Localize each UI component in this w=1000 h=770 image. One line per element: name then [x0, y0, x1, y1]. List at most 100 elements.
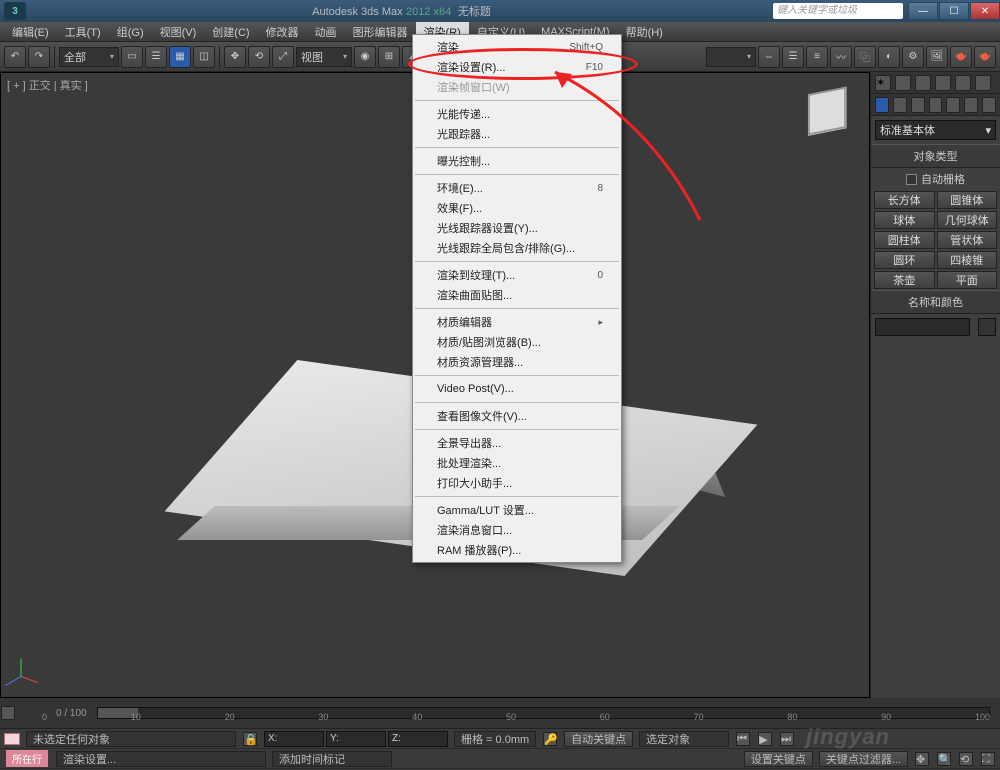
create-tab-icon[interactable]: ✶: [875, 75, 891, 91]
scale-button[interactable]: ⤢: [272, 46, 294, 68]
help-search-input[interactable]: 键入关键字或垃圾: [773, 3, 903, 19]
object-type-rollout[interactable]: 对象类型: [871, 144, 1000, 168]
render-frame-button[interactable]: 🖼: [926, 46, 948, 68]
render-setup-button[interactable]: ⚙: [902, 46, 924, 68]
viewcube[interactable]: [797, 81, 857, 141]
menu-item[interactable]: 光跟踪器...: [413, 124, 621, 144]
timeline-config-icon[interactable]: [1, 706, 15, 720]
macro-recorder-tag[interactable]: 所在行: [6, 750, 48, 767]
material-editor-button[interactable]: ◐: [878, 46, 900, 68]
align-button[interactable]: ☰: [782, 46, 804, 68]
shapes-cat-icon[interactable]: [893, 97, 907, 113]
play-icon[interactable]: ▶: [758, 732, 772, 746]
menu-item[interactable]: 光线跟踪全局包含/排除(G)...: [413, 238, 621, 258]
menu-item[interactable]: 环境(E)...8: [413, 178, 621, 198]
menu-item[interactable]: RAM 播放器(P)...: [413, 540, 621, 560]
menu-工具t[interactable]: 工具(T): [57, 22, 109, 42]
menu-item[interactable]: 光能传递...: [413, 104, 621, 124]
primitive-button[interactable]: 长方体: [874, 191, 935, 209]
object-name-input[interactable]: [875, 318, 970, 336]
helpers-cat-icon[interactable]: [946, 97, 960, 113]
key-mode-icon[interactable]: 🔑: [543, 732, 557, 746]
schematic-button[interactable]: ⿻: [854, 46, 876, 68]
render-prod-button[interactable]: 🫖: [974, 46, 996, 68]
menu-item[interactable]: 全景导出器...: [413, 433, 621, 453]
viewport-label[interactable]: [ + ] 正交 | 真实 ]: [7, 77, 88, 93]
selection-filter-combo[interactable]: 全部: [59, 47, 119, 67]
cameras-cat-icon[interactable]: [929, 97, 943, 113]
menu-组g[interactable]: 组(G): [109, 22, 152, 42]
window-crossing-button[interactable]: ◫: [193, 46, 215, 68]
autokey-button[interactable]: 自动关键点: [564, 731, 633, 747]
pivot-button[interactable]: ◉: [354, 46, 376, 68]
primitive-button[interactable]: 几何球体: [937, 211, 998, 229]
modify-tab-icon[interactable]: [895, 75, 911, 91]
y-coord-input[interactable]: Y:: [326, 731, 386, 747]
object-color-swatch[interactable]: [978, 318, 996, 336]
systems-cat-icon[interactable]: [982, 97, 996, 113]
menu-item[interactable]: 批处理渲染...: [413, 453, 621, 473]
play-next-icon[interactable]: ⏭: [780, 732, 794, 746]
close-button[interactable]: ✕: [970, 2, 1000, 20]
menu-item[interactable]: Gamma/LUT 设置...: [413, 500, 621, 520]
menu-item[interactable]: Video Post(V)...: [413, 379, 621, 399]
menu-item[interactable]: 曝光控制...: [413, 151, 621, 171]
select-name-button[interactable]: ☰: [145, 46, 167, 68]
menu-创建c[interactable]: 创建(C): [204, 22, 257, 42]
ref-coord-combo[interactable]: 视图: [296, 47, 352, 67]
nav-pan-icon[interactable]: ✥: [915, 752, 929, 766]
named-sel-combo[interactable]: [706, 47, 756, 67]
menu-item[interactable]: 材质资源管理器...: [413, 352, 621, 372]
primitive-button[interactable]: 圆柱体: [874, 231, 935, 249]
minimize-button[interactable]: —: [908, 2, 938, 20]
snap-button[interactable]: ⊞: [378, 46, 400, 68]
key-filters-button[interactable]: 关键点过滤器...: [819, 751, 908, 767]
hierarchy-tab-icon[interactable]: [915, 75, 931, 91]
app-logo-icon[interactable]: 3: [4, 2, 26, 20]
spacewarps-cat-icon[interactable]: [964, 97, 978, 113]
redo-button[interactable]: ↷: [28, 46, 50, 68]
play-prev-icon[interactable]: ⏮: [736, 732, 750, 746]
menu-item[interactable]: 效果(F)...: [413, 198, 621, 218]
maximize-button[interactable]: ☐: [939, 2, 969, 20]
primitive-button[interactable]: 茶壶: [874, 271, 935, 289]
x-coord-input[interactable]: X:: [264, 731, 324, 747]
setkey-button[interactable]: 设置关键点: [744, 751, 813, 767]
menu-图形编辑器[interactable]: 图形编辑器: [345, 22, 416, 42]
menu-修改器[interactable]: 修改器: [258, 22, 307, 42]
lights-cat-icon[interactable]: [911, 97, 925, 113]
z-coord-input[interactable]: Z:: [388, 731, 448, 747]
primitive-button[interactable]: 球体: [874, 211, 935, 229]
display-tab-icon[interactable]: [955, 75, 971, 91]
primitive-type-combo[interactable]: 标准基本体▾: [875, 120, 996, 140]
select-region-button[interactable]: ▦: [169, 46, 191, 68]
rotate-button[interactable]: ⟲: [248, 46, 270, 68]
primitive-button[interactable]: 圆环: [874, 251, 935, 269]
menu-item[interactable]: 渲染设置(R)...F10: [413, 57, 621, 77]
primitive-button[interactable]: 四棱锥: [937, 251, 998, 269]
script-listener-icon[interactable]: [4, 733, 20, 745]
menu-item[interactable]: 打印大小助手...: [413, 473, 621, 493]
menu-item[interactable]: 渲染Shift+Q: [413, 37, 621, 57]
utilities-tab-icon[interactable]: [975, 75, 991, 91]
undo-button[interactable]: ↶: [4, 46, 26, 68]
autogrid-checkbox[interactable]: 自动栅格: [871, 168, 1000, 190]
menu-动画[interactable]: 动画: [307, 22, 345, 42]
layer-button[interactable]: ≡: [806, 46, 828, 68]
add-time-tag[interactable]: 添加时间标记: [272, 751, 392, 767]
menu-item[interactable]: 材质/贴图浏览器(B)...: [413, 332, 621, 352]
menu-item[interactable]: 渲染曲面贴图...: [413, 285, 621, 305]
move-button[interactable]: ✥: [224, 46, 246, 68]
primitive-button[interactable]: 圆锥体: [937, 191, 998, 209]
menu-item[interactable]: 光线跟踪器设置(Y)...: [413, 218, 621, 238]
primitive-button[interactable]: 平面: [937, 271, 998, 289]
menu-视图v[interactable]: 视图(V): [152, 22, 205, 42]
menu-帮助h[interactable]: 帮助(H): [618, 22, 671, 42]
primitive-button[interactable]: 管状体: [937, 231, 998, 249]
nav-max-icon[interactable]: ⛶: [981, 752, 995, 766]
menu-编辑e[interactable]: 编辑(E): [4, 22, 57, 42]
select-button[interactable]: ▭: [121, 46, 143, 68]
lock-selection-icon[interactable]: 🔒: [243, 732, 257, 746]
menu-item[interactable]: 渲染消息窗口...: [413, 520, 621, 540]
nav-orbit-icon[interactable]: ⟲: [959, 752, 973, 766]
